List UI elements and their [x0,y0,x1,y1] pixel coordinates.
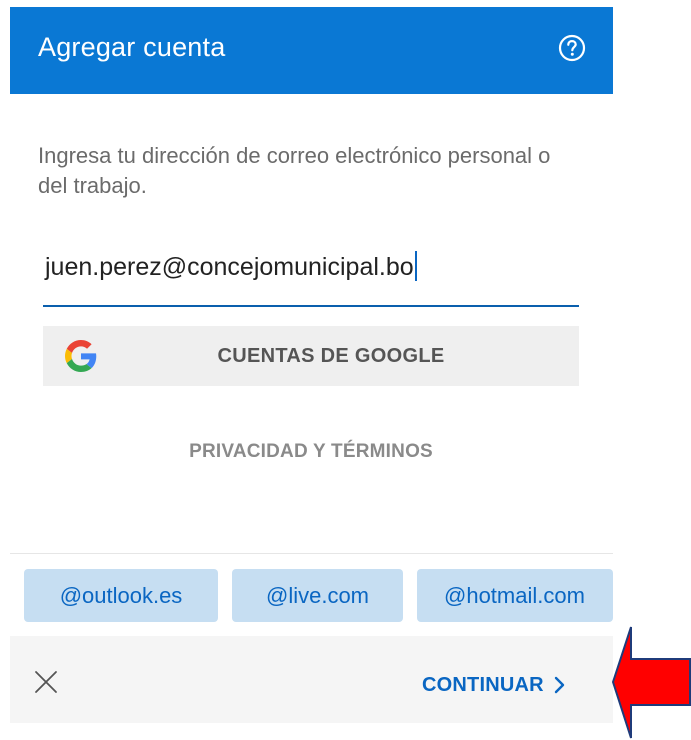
red-arrow-pointer [612,626,691,739]
google-accounts-label: CUENTAS DE GOOGLE [217,345,445,367]
divider [10,553,613,554]
close-button[interactable] [32,668,60,696]
privacy-terms-link[interactable]: PRIVACIDAD Y TÉRMINOS [43,441,579,463]
domain-chip-outlook[interactable]: @outlook.es [24,569,218,622]
help-button[interactable] [557,33,587,63]
text-caret [414,251,417,281]
google-accounts-button[interactable]: CUENTAS DE GOOGLE [43,326,579,386]
domain-chip-live[interactable]: @live.com [232,569,403,622]
app-bar: Agregar cuenta [10,7,613,94]
add-account-screen: Agregar cuenta Ingresa tu dirección de c… [10,7,613,723]
close-icon [35,671,57,693]
email-input-value[interactable]: juen.perez@concejomunicipal.bo [45,251,417,282]
email-field[interactable]: juen.perez@concejomunicipal.bo [43,243,579,307]
page-title: Agregar cuenta [38,32,226,62]
bottom-action-bar: CONTINUAR [10,636,613,723]
instruction-text: Ingresa tu dirección de correo electróni… [38,143,551,198]
chevron-right-icon [554,676,564,694]
help-circle-icon [558,34,586,62]
continue-label: CONTINUAR [422,673,544,696]
domain-chip-hotmail[interactable]: @hotmail.com [417,569,613,622]
continue-button[interactable]: CONTINUAR [422,671,566,699]
email-value-text: juen.perez@concejomunicipal.bo [45,253,414,281]
